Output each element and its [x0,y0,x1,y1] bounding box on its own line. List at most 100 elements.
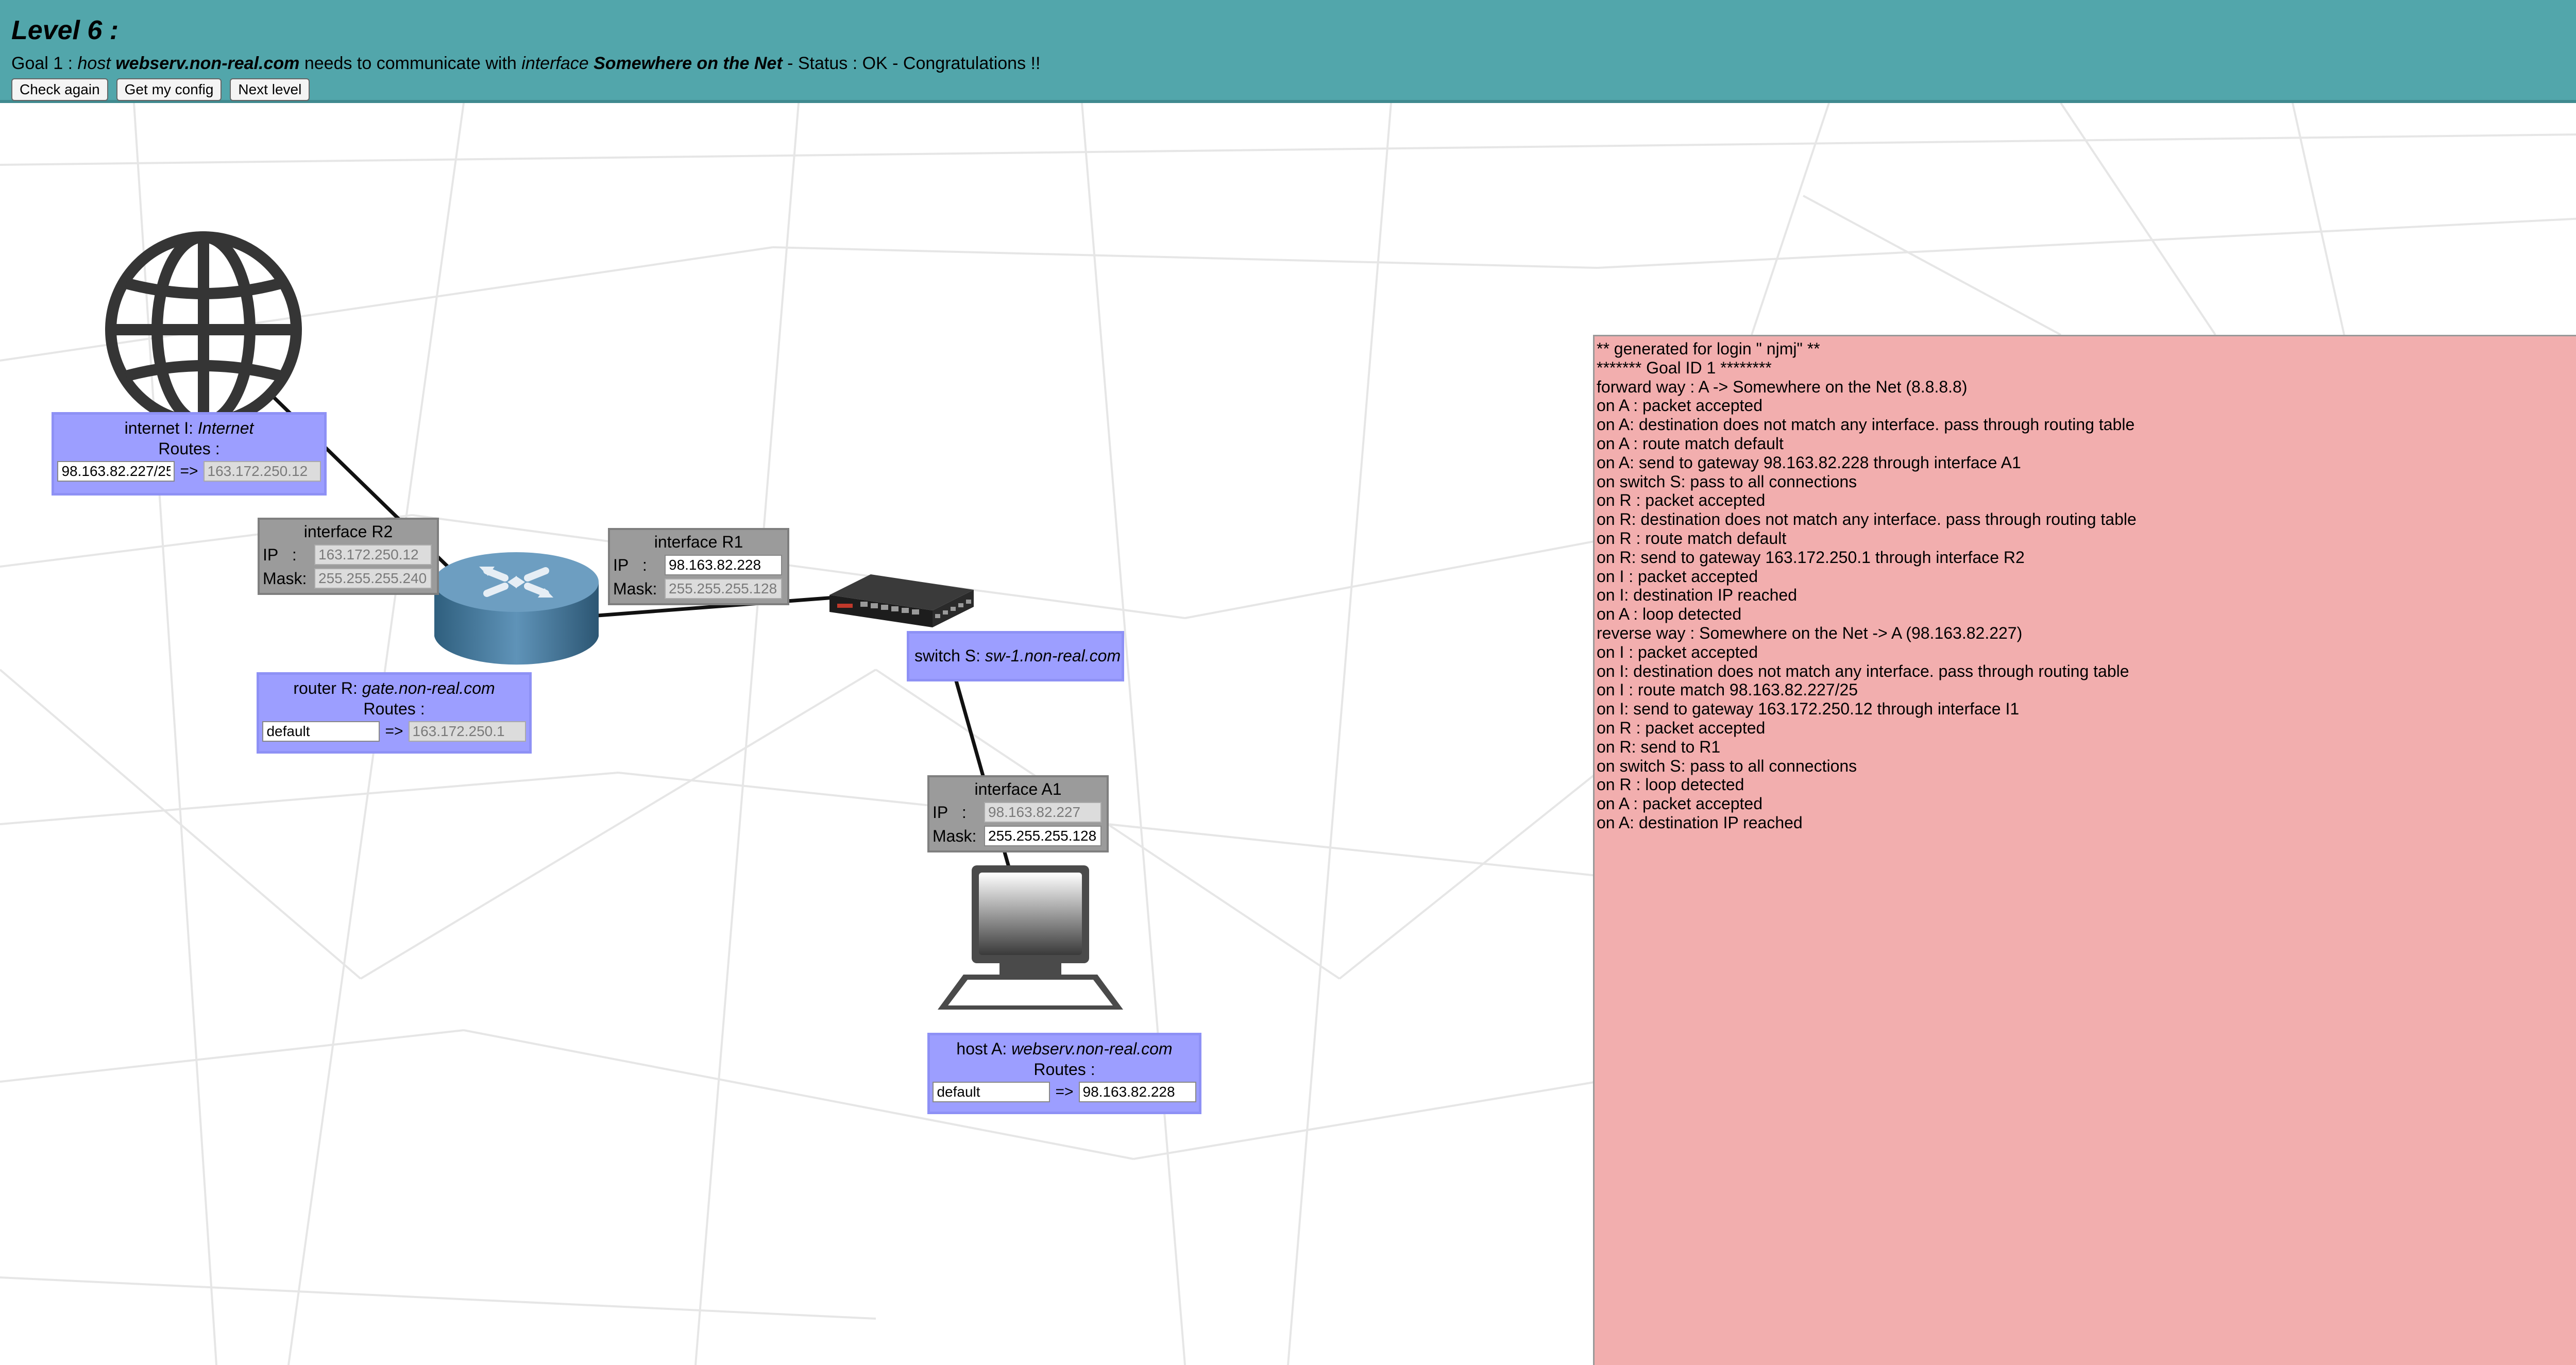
router-title-name: gate.non-real.com [362,679,495,697]
interface-a1-ip-input [984,802,1101,823]
log-line: on switch S: pass to all connections [1597,472,1857,491]
router-node-title: router R: gate.non-real.com [259,678,529,698]
interface-r2-ip-row: IP : [263,544,434,565]
host-route-arrow: => [1055,1083,1074,1100]
log-line: on I: destination does not match any int… [1597,661,2129,680]
log-line: on R: send to gateway 163.172.250.1 thro… [1597,548,2025,567]
internet-node-title: internet I: Internet [54,418,324,438]
host-route-dest-input[interactable] [933,1082,1050,1102]
interface-r2-title: interface R2 [303,522,393,541]
internet-route-dest-input[interactable] [57,461,175,482]
host-node-box: host A: webserv.non-real.com Routes : => [927,1033,1201,1114]
header-buttons: Check again Get my config Next level [11,78,2576,101]
computer-icon[interactable] [927,860,1133,1020]
interface-r2-box: interface R2 IP : Mask: [258,518,439,595]
internet-routes-label: Routes : [158,439,220,458]
interface-r2-mask-row: Mask: [263,568,434,589]
host-title-prefix: host A: [956,1039,1012,1058]
log-panel[interactable]: ** generated for login " njmj" ** ******… [1593,335,2576,1365]
interface-a1-box: interface A1 IP : Mask: [927,775,1109,852]
log-line: on R : loop detected [1597,775,1744,794]
internet-node-box: internet I: Internet Routes : => [52,412,327,496]
host-routes-label: Routes : [1033,1060,1095,1079]
router-node-box: router R: gate.non-real.com Routes : => [257,672,532,754]
log-line: on I: destination IP reached [1597,586,1798,605]
interface-a1-mask-row: Mask: [933,826,1104,846]
log-line: ** generated for login " njmj" ** [1597,339,1820,358]
log-line: on A : loop detected [1597,605,1742,624]
switch-node-box: switch S: sw-1.non-real.com [907,631,1124,681]
log-line: on R: destination does not match any int… [1597,510,2137,529]
host-route-row: => [930,1082,1199,1102]
log-line: on A : packet accepted [1597,794,1763,813]
interface-r1-mask-label: Mask: [613,579,657,598]
internet-route-arrow: => [180,463,198,480]
interface-r2-ip-label: IP : [263,545,297,564]
log-line: ******* Goal ID 1 ******** [1597,358,1772,377]
router-route-row: => [259,721,529,742]
goal-host-word: host [77,54,111,73]
router-title-prefix: router R: [293,679,362,697]
router-route-gateway-input [408,721,526,742]
host-route-gateway-input[interactable] [1078,1082,1196,1102]
log-line: on A: destination IP reached [1597,813,1803,832]
interface-r1-mask-input [665,578,782,599]
log-line: on R : packet accepted [1597,491,1766,510]
log-line: on R : route match default [1597,528,1787,548]
internet-route-gateway-input [203,461,321,482]
interface-r2-ip-input [314,544,432,565]
log-line: reverse way : Somewhere on the Net -> A … [1597,623,2023,642]
interface-a1-ip-row: IP : [933,802,1104,823]
log-line: on R: send to R1 [1597,737,1721,756]
check-again-button[interactable]: Check again [11,78,108,101]
log-line: on I : packet accepted [1597,642,1758,661]
log-line: on R : packet accepted [1597,718,1766,737]
interface-r2-mask-label: Mask: [263,569,307,588]
switch-icon[interactable] [824,567,979,634]
interface-r1-mask-row: Mask: [613,578,784,599]
interface-r1-ip-label: IP : [613,555,647,574]
router-route-dest-input[interactable] [262,721,380,742]
goal-status: - Status : OK - Congratulations !! [782,54,1041,73]
log-line: forward way : A -> Somewhere on the Net … [1597,377,1968,396]
switch-title-name: sw-1.non-real.com [985,646,1121,665]
log-line: on I : packet accepted [1597,567,1758,586]
interface-r1-title: interface R1 [654,533,743,551]
log-line: on I : route match 98.163.82.227/25 [1597,680,1858,699]
log-line: on A: destination does not match any int… [1597,415,2135,434]
goal-prefix: Goal 1 : [11,54,78,73]
router-icon[interactable] [430,551,603,672]
header-bar: Level 6 : Goal 1 : host webserv.non-real… [0,0,2576,103]
log-line: on A: send to gateway 98.163.82.228 thro… [1597,453,2021,472]
host-title-name: webserv.non-real.com [1011,1039,1173,1058]
interface-a1-mask-input[interactable] [984,826,1101,846]
internet-route-row: => [54,461,324,482]
host-node-title: host A: webserv.non-real.com [930,1038,1199,1059]
next-level-button[interactable]: Next level [230,78,310,101]
internet-title-prefix: internet I: [124,419,198,437]
goal-host-name: webserv.non-real.com [115,54,300,73]
get-config-button[interactable]: Get my config [116,78,222,101]
interface-a1-ip-label: IP : [933,803,967,822]
goal-middle: needs to communicate with [299,54,522,73]
router-route-arrow: => [385,723,403,740]
log-line: on switch S: pass to all connections [1597,756,1857,775]
log-line: on A : packet accepted [1597,396,1763,415]
interface-a1-title: interface A1 [974,780,1062,798]
goal-status-line: Goal 1 : host webserv.non-real.com needs… [11,53,2576,74]
interface-r1-ip-input[interactable] [665,555,782,575]
log-line: on I: send to gateway 163.172.250.12 thr… [1597,699,2020,719]
interface-a1-mask-label: Mask: [933,826,977,845]
internet-title-name: Internet [197,419,254,437]
level-title: Level 6 : [11,15,119,45]
log-line: on A : route match default [1597,434,1784,453]
goal-iface-word: interface [521,54,589,73]
router-routes-label: Routes : [363,699,425,718]
goal-iface-name: Somewhere on the Net [594,54,783,73]
switch-title-prefix: switch S: [914,646,985,665]
interface-r1-ip-row: IP : [613,555,784,575]
globe-icon[interactable] [100,227,307,433]
interface-r2-mask-input [314,568,432,589]
log-lines: ** generated for login " njmj" ** ******… [1597,339,2576,832]
interface-r1-box: interface R1 IP : Mask: [608,528,789,605]
